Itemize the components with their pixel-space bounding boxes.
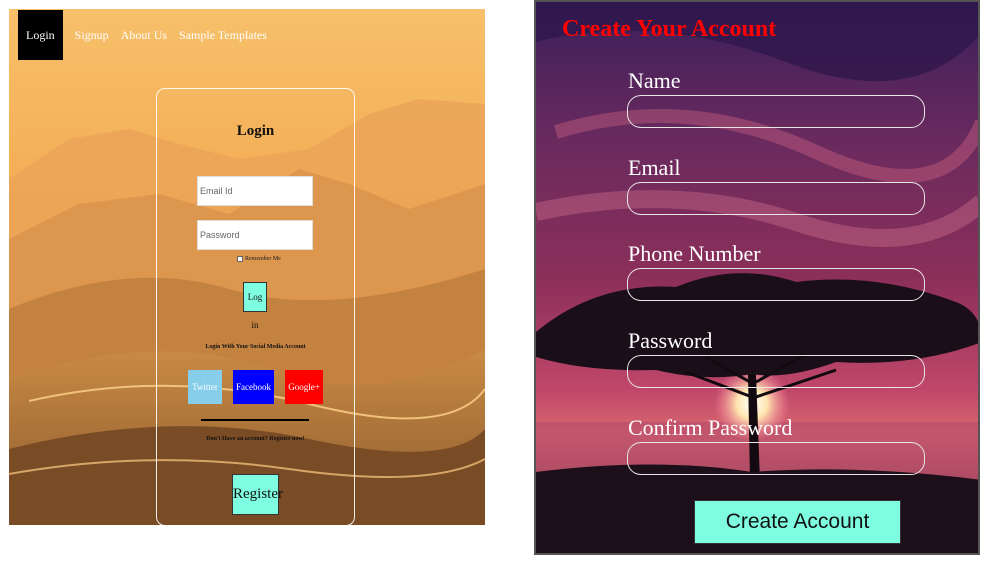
social-login-text: Login With Your Social Media Account [205,344,306,350]
email-input[interactable]: Email Id [197,176,313,206]
no-account-text: Don't Have an account? Register now! [206,436,305,442]
create-account-title: Create Your Account [562,16,777,42]
top-nav: Login Signup About Us Sample Templates [9,9,267,61]
google-button[interactable]: Google+ [285,370,323,404]
nav-signup[interactable]: Signup [75,28,109,43]
password-input[interactable]: Password [197,220,313,250]
phone-number-input[interactable] [627,268,925,301]
login-page-panel: Login Signup About Us Sample Templates L… [9,9,485,525]
login-title: Login [236,123,275,139]
nav-about-us[interactable]: About Us [121,28,167,43]
create-account-button[interactable]: Create Account [694,500,901,544]
register-button[interactable]: Register [232,474,283,515]
nav-login[interactable]: Login [18,10,63,60]
email-input[interactable] [627,182,925,215]
divider [201,419,309,421]
password-label: Password [628,328,713,353]
email-label: Email [628,155,681,180]
login-button[interactable]: Log in [243,282,267,330]
login-card: Login Email Id Password Remember Me Log … [156,88,355,525]
phone-number-label: Phone Number [628,241,761,266]
twitter-button[interactable]: Twitter [188,370,222,404]
password-input[interactable] [627,355,925,388]
remember-me-label: Remember Me [245,256,281,262]
remember-me-checkbox[interactable] [237,256,243,262]
name-label: Name [628,68,681,93]
confirm-password-input[interactable] [627,442,925,475]
remember-me: Remember Me [237,256,281,262]
signup-page-panel: Create Your Account Name Email Phone Num… [534,0,980,555]
nav-sample-templates[interactable]: Sample Templates [179,28,267,43]
facebook-button[interactable]: Facebook [233,370,274,404]
name-input[interactable] [627,95,925,128]
confirm-password-label: Confirm Password [628,415,793,440]
